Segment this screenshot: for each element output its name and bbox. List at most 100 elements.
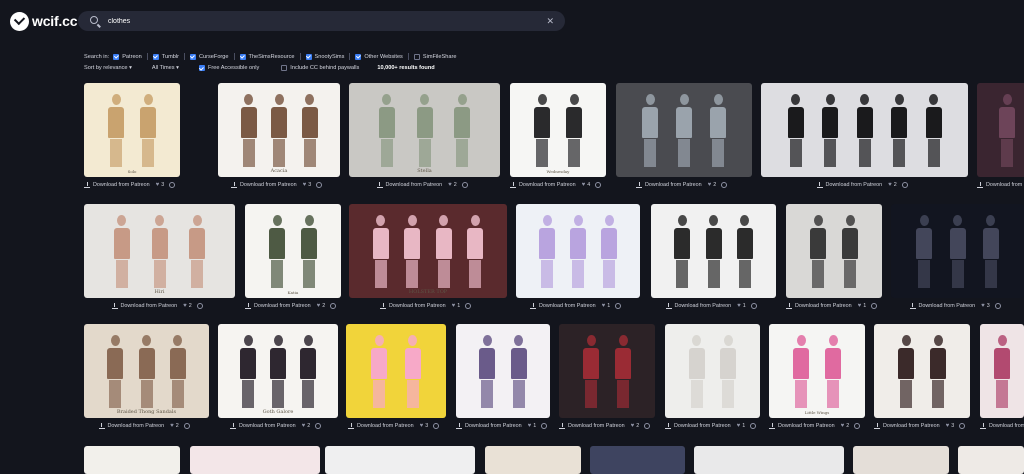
download-link[interactable]: Download from Patreon (769, 423, 835, 429)
result-thumbnail[interactable] (786, 204, 882, 298)
heart-icon[interactable]: ♥ (602, 303, 606, 309)
download-link[interactable]: Download from Patreon (348, 423, 414, 429)
result-thumbnail[interactable] (694, 446, 844, 474)
result-thumbnail[interactable] (651, 204, 776, 298)
result-thumbnail[interactable]: Braided Thong Sandals (84, 324, 209, 418)
result-thumbnail[interactable] (980, 324, 1024, 418)
download-link[interactable]: Download from Patreon (98, 423, 164, 429)
heart-icon[interactable]: ♥ (841, 423, 845, 429)
result-card[interactable]: Download from Patreon ♥ 1 (651, 204, 776, 310)
info-icon[interactable] (461, 182, 468, 188)
info-icon[interactable] (615, 303, 622, 309)
heart-icon[interactable]: ♥ (303, 182, 307, 188)
info-icon[interactable] (750, 423, 757, 429)
heart-icon[interactable]: ♥ (528, 423, 532, 429)
result-thumbnail[interactable] (190, 446, 320, 474)
source-checkbox-curseforge[interactable]: CurseForge (189, 53, 229, 60)
heart-icon[interactable]: ♥ (858, 303, 862, 309)
download-link[interactable]: Download from Patreon (665, 423, 731, 429)
heart-icon[interactable]: ♥ (946, 423, 950, 429)
info-icon[interactable] (330, 303, 337, 309)
result-card[interactable]: Acacia Download from Patreon ♥ 3 (218, 83, 340, 189)
result-thumbnail[interactable]: Wednesday (510, 83, 606, 177)
result-card[interactable]: Download from Patreon ♥ 1 (786, 204, 882, 310)
source-checkbox-other-websites[interactable]: Other Websites (355, 53, 403, 60)
result-card[interactable]: Download from Patreon ♥ 2 (616, 83, 752, 189)
result-thumbnail[interactable] (853, 446, 949, 474)
result-thumbnail[interactable]: Acacia (218, 83, 340, 177)
download-link[interactable]: Download from Patreon (816, 182, 882, 188)
result-card[interactable]: Hiri Download from Patreon ♥ 2 (84, 204, 235, 310)
heart-icon[interactable]: ♥ (156, 182, 160, 188)
paywall-checkbox[interactable]: Include CC behind paywalls (281, 65, 359, 71)
download-link[interactable]: Download from Patreon (665, 303, 731, 309)
result-card[interactable]: Download from Patreon ♥ 3 (874, 324, 970, 430)
result-thumbnail[interactable] (456, 324, 550, 418)
result-thumbnail[interactable] (977, 83, 1024, 177)
result-thumbnail[interactable] (346, 324, 446, 418)
source-checkbox-tumblr[interactable]: Tumblr (152, 53, 179, 60)
result-thumbnail[interactable] (516, 204, 640, 298)
result-card[interactable]: Download from Patreon ♥ 3 (346, 324, 446, 430)
download-link[interactable]: Download from Patreon (636, 182, 702, 188)
result-card[interactable]: Download from Patreon♥ (977, 83, 1024, 189)
result-thumbnail[interactable]: Little Wings (769, 324, 865, 418)
info-icon[interactable] (750, 303, 757, 309)
download-link[interactable]: Download from Patreon (84, 182, 150, 188)
result-thumbnail[interactable]: HOLSTER TOP (349, 204, 507, 298)
source-checkbox-patreon[interactable]: Patreon (113, 53, 142, 60)
result-card[interactable]: Download from Patreon ♥ 3 (891, 204, 1024, 310)
download-link[interactable]: Download from Patreon (510, 182, 576, 188)
download-link[interactable]: Download from Patreon (245, 303, 311, 309)
info-icon[interactable] (721, 182, 728, 188)
info-icon[interactable] (644, 423, 651, 429)
info-icon[interactable] (901, 182, 908, 188)
result-card[interactable]: Download from Patreon♥ (980, 324, 1024, 430)
result-card[interactable]: Stella Download from Patreon ♥ 2 (349, 83, 500, 189)
info-icon[interactable] (595, 182, 602, 188)
result-card[interactable]: Download from Patreon ♥ 1 (516, 204, 640, 310)
heart-icon[interactable]: ♥ (170, 423, 174, 429)
result-card[interactable]: Download from Patreon ♥ 2 (761, 83, 968, 189)
result-thumbnail[interactable]: Stella (349, 83, 500, 177)
info-icon[interactable] (541, 423, 548, 429)
download-link[interactable]: Download from Patreon (977, 182, 1024, 188)
result-thumbnail[interactable]: Katia (245, 204, 341, 298)
result-thumbnail[interactable] (84, 446, 180, 474)
result-card[interactable]: Katia Download from Patreon ♥ 2 (245, 204, 341, 310)
download-link[interactable]: Download from Patreon (559, 423, 625, 429)
download-link[interactable]: Download from Patreon (456, 423, 522, 429)
result-thumbnail[interactable] (590, 446, 685, 474)
result-card[interactable]: Download from Patreon ♥ 1 (456, 324, 550, 430)
search-input[interactable] (108, 14, 528, 28)
result-card[interactable]: Goth Galore Download from Patreon ♥ 2 (218, 324, 338, 430)
info-icon[interactable] (854, 423, 861, 429)
info-icon[interactable] (315, 423, 322, 429)
heart-icon[interactable]: ♥ (302, 423, 306, 429)
info-icon[interactable] (196, 303, 203, 309)
heart-icon[interactable]: ♥ (452, 303, 456, 309)
heart-icon[interactable]: ♥ (708, 182, 712, 188)
heart-icon[interactable]: ♥ (737, 303, 741, 309)
result-thumbnail[interactable] (485, 446, 581, 474)
result-card[interactable]: Braided Thong Sandals Download from Patre… (84, 324, 209, 430)
result-thumbnail[interactable] (761, 83, 968, 177)
info-icon[interactable] (316, 182, 323, 188)
info-icon[interactable] (994, 303, 1001, 309)
info-icon[interactable] (959, 423, 966, 429)
download-link[interactable]: Download from Patreon (980, 423, 1024, 429)
info-icon[interactable] (169, 182, 176, 188)
info-icon[interactable] (465, 303, 472, 309)
heart-icon[interactable]: ♥ (631, 423, 635, 429)
download-link[interactable]: Download from Patreon (530, 303, 596, 309)
download-link[interactable]: Download from Patreon (874, 423, 940, 429)
result-thumbnail[interactable] (325, 446, 475, 474)
result-thumbnail[interactable] (665, 324, 760, 418)
heart-icon[interactable]: ♥ (448, 182, 452, 188)
result-thumbnail[interactable] (958, 446, 1024, 474)
result-card[interactable]: Download from Patreon ♥ 1 (665, 324, 760, 430)
time-dropdown[interactable]: All Times ▾ (152, 65, 179, 71)
result-card[interactable]: HOLSTER TOP Download from Patreon ♥ 1 (349, 204, 507, 310)
site-logo[interactable]: wcif.cc (10, 10, 77, 32)
download-link[interactable]: Download from Patreon (231, 182, 297, 188)
